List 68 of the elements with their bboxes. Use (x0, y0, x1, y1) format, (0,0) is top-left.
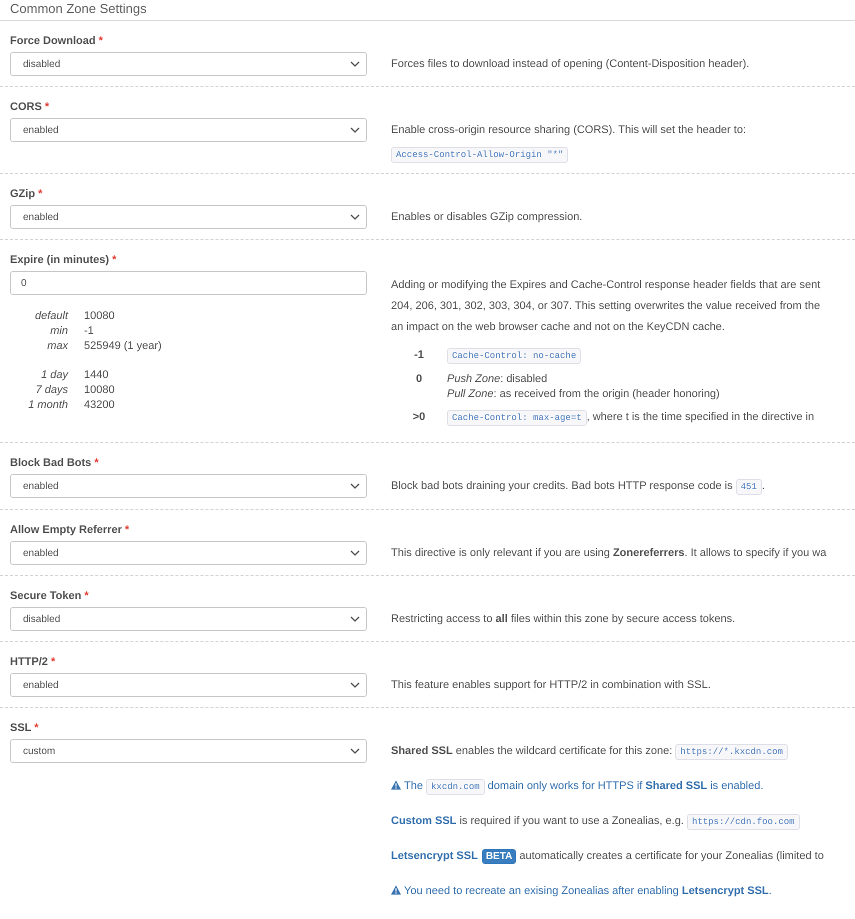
description-text: Forces files to download instead of opening (Content-Disposition header). (391, 57, 750, 72)
description-text: Restricting access to all files within this zone by secure access tokens. (391, 612, 736, 627)
field-label: Allow Empty Referrer * (10, 523, 130, 538)
limit-name: min (50, 324, 68, 338)
value-description: Pull Zone: as received from the origin (header honoring) (447, 387, 721, 402)
beta-badge: BETA (482, 849, 516, 864)
dropdown[interactable]: custom (10, 739, 367, 763)
value-key: 0 (416, 372, 422, 402)
description-text: Shared SSL enables the wildcard certificate for this zone: https://*.kxcdn.com (391, 739, 855, 764)
chevron-down-icon (350, 616, 360, 622)
value-description: Cache-Control: max-age=t , where t is the time specified in the directive in (447, 410, 814, 426)
limit-value: -1 (84, 324, 94, 338)
warning-note: The kxcdn.com domain only works for HTTPS if Shared SSL is enabled. (391, 774, 855, 799)
description-text: Enable cross-origin resource sharing (CORS). This will set the header to: (391, 123, 748, 138)
panel-title: Common Zone Settings (0, 0, 855, 21)
description-text: Block bad bots draining your credits. Bad bots HTTP response code is 451 . (391, 474, 855, 499)
field-label: Block Bad Bots * (10, 456, 100, 471)
code-snippet: kxcdn.com (426, 779, 485, 795)
field-label: SSL * (10, 721, 40, 736)
value-key: -1 (414, 348, 424, 364)
limit-name: 7 days (36, 383, 68, 397)
limit-name: 1 month (28, 398, 68, 412)
code-snippet: 451 (736, 479, 762, 495)
description-text: This directive is only relevant if you are using Zonereferrers. It allows to specify if you wa (391, 546, 828, 561)
dropdown[interactable]: enabled (10, 474, 367, 498)
chevron-down-icon (350, 748, 360, 754)
input-field[interactable]: 0 (10, 271, 367, 295)
code-snippet: https://*.kxcdn.com (675, 744, 788, 760)
field-label: Force Download * (10, 34, 104, 49)
warning-note: You need to recreate an exising Zonealias after enabling Letsencrypt SSL. (391, 879, 855, 903)
warning-icon (391, 885, 401, 895)
chevron-down-icon (350, 61, 360, 67)
dropdown[interactable]: enabled (10, 205, 367, 229)
chevron-down-icon (350, 127, 360, 133)
dropdown[interactable]: enabled (10, 541, 367, 565)
limit-value: 10080 (84, 309, 115, 323)
value-key: >0 (412, 410, 426, 426)
field-label: HTTP/2 * (10, 655, 56, 670)
chevron-down-icon (350, 682, 360, 688)
chevron-down-icon (350, 214, 360, 220)
limit-value: 525949 (1 year) (84, 339, 162, 353)
dropdown[interactable]: enabled (10, 673, 367, 697)
warning-icon (391, 780, 401, 790)
limit-value: 10080 (84, 383, 115, 397)
dropdown[interactable]: enabled (10, 118, 367, 142)
limit-name: max (47, 339, 68, 353)
value-description: Push Zone: disabled (447, 372, 548, 387)
limit-value: 43200 (84, 398, 115, 412)
field-label: Secure Token * (10, 589, 90, 604)
code-snippet: Cache-Control: no-cache (447, 348, 582, 364)
dropdown[interactable]: disabled (10, 607, 367, 631)
description-text: Adding or modifying the Expires and Cache-Control response header fields that are sent 204, 206, 301, 302, 303, 304, or 307. This setting overwrites the value received from the an impact on the web browser cache and not on the KeyCDN cache. (391, 278, 822, 335)
field-label: Expire (in minutes) * (10, 253, 118, 268)
code-snippet: https://cdn.foo.com (686, 814, 800, 830)
limit-name: default (34, 309, 68, 323)
chevron-down-icon (350, 483, 360, 489)
dropdown[interactable]: disabled (10, 52, 367, 76)
description-text: Enables or disables GZip compression. (391, 210, 584, 225)
description-text: This feature enables support for HTTP/2 in combination with SSL. (391, 678, 712, 693)
field-label: GZip * (10, 187, 44, 202)
field-label: CORS * (10, 100, 50, 115)
description-text: Letsencrypt SSL BETA automatically creates a certificate for your Zonealias (limited to (391, 848, 825, 866)
chevron-down-icon (350, 550, 360, 556)
description-text: Custom SSL is required if you want to use a Zonealias, e.g. https://cdn.foo.com (391, 809, 855, 834)
code-snippet: Access-Control-Allow-Origin "*" (391, 147, 568, 163)
limit-value: 1440 (84, 368, 108, 382)
code-snippet: Cache-Control: max-age=t (447, 410, 587, 426)
limit-name: 1 day (41, 368, 68, 382)
